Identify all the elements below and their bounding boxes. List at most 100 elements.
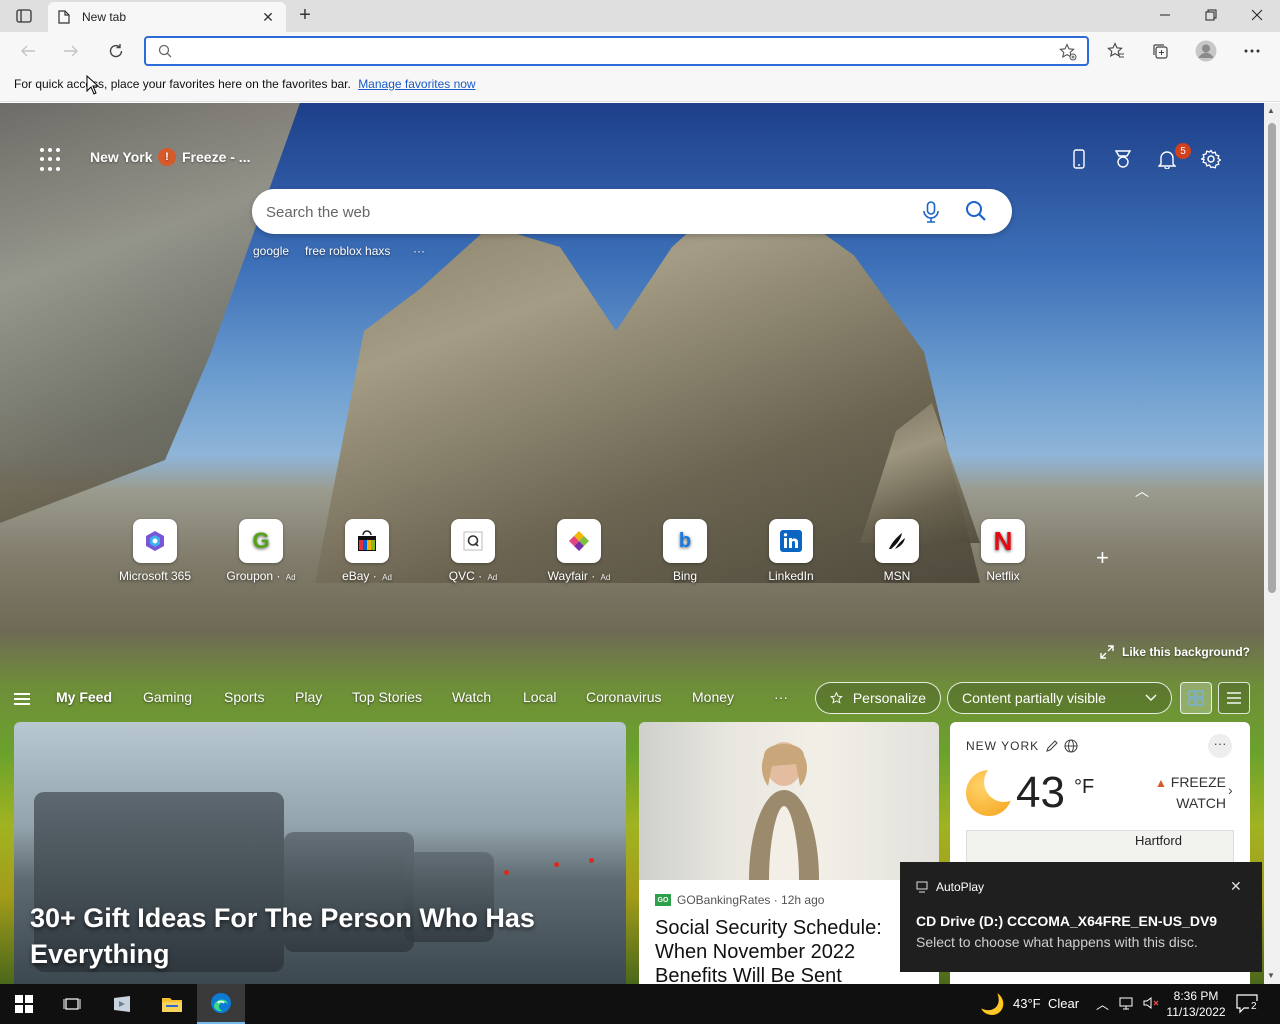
edge-taskbar-button[interactable] [197, 984, 245, 1024]
grid-view-button[interactable] [1180, 682, 1212, 714]
scroll-up-icon[interactable]: ▲ [1267, 106, 1275, 115]
store-app-button[interactable] [98, 984, 146, 1024]
article-card[interactable]: GO GOBankingRates · 12h ago Social Secur… [639, 722, 939, 984]
globe-icon[interactable] [1064, 739, 1078, 753]
chevron-up-icon[interactable]: ︿ [1135, 481, 1149, 501]
feed-tab-watch[interactable]: Watch [452, 689, 491, 705]
manage-favorites-link[interactable]: Manage favorites now [358, 77, 475, 91]
page-header: New York ! Freeze - ... 5 google [0, 103, 1264, 258]
weather-alert-text: Freeze - ... [182, 149, 251, 165]
quick-link-linkedin[interactable]: LinkedIn [738, 519, 844, 583]
quick-link-qvc[interactable]: QVC · Ad [420, 519, 526, 583]
favorites-button[interactable] [1102, 38, 1130, 64]
collections-button[interactable] [1146, 38, 1174, 64]
search-suggestion[interactable]: google [253, 244, 289, 258]
mouse-cursor-icon [86, 75, 100, 95]
minimize-button[interactable] [1142, 0, 1188, 30]
tray-weather-condition[interactable]: Clear [1048, 996, 1079, 1011]
rewards-icon[interactable] [1111, 147, 1135, 171]
windows-taskbar: 🌙 43°F Clear ︿ 8:36 PM 11/13/2022 2 [0, 984, 1280, 1024]
scroll-thumb[interactable] [1268, 123, 1276, 593]
back-button[interactable] [14, 38, 42, 64]
show-hidden-icons-chevron-icon[interactable]: ︿ [1096, 994, 1109, 1013]
feed-navigation: My Feed Gaming Sports Play Top Stories W… [0, 679, 1264, 719]
tab-actions-button[interactable] [10, 6, 38, 26]
weather-alert[interactable]: ! Freeze - ... [158, 148, 250, 166]
search-suggestion[interactable]: free roblox haxs [305, 244, 390, 258]
traffic-light [504, 870, 509, 875]
edit-pencil-icon[interactable] [1045, 739, 1058, 753]
add-favorite-icon[interactable] [1059, 43, 1077, 64]
quick-link-groupon[interactable]: G Groupon · Ad [208, 519, 314, 583]
quick-link-wayfair[interactable]: Wayfair · Ad [526, 519, 632, 583]
toast-close-icon[interactable]: ✕ [1230, 878, 1242, 895]
quick-link-label: Netflix [986, 569, 1020, 583]
feed-tab-top-stories[interactable]: Top Stories [352, 689, 422, 705]
scroll-down-icon[interactable]: ▼ [1267, 971, 1275, 980]
quick-link-microsoft365[interactable]: Microsoft 365 [102, 519, 208, 583]
restore-button[interactable] [1188, 0, 1234, 30]
content-visibility-label: Content partially visible [962, 690, 1106, 706]
menu-hamburger-icon[interactable] [14, 693, 30, 708]
personalize-button[interactable]: Personalize [815, 682, 941, 714]
feed-tab-my-feed[interactable]: My Feed [56, 689, 112, 705]
freeze-watch-alert[interactable]: ▲ FREEZE WATCH [1146, 772, 1226, 813]
quick-link-label: MSN [883, 569, 911, 583]
taskbar-clock[interactable]: 8:36 PM 11/13/2022 [1166, 988, 1226, 1020]
location-label[interactable]: New York [90, 149, 153, 165]
like-background-link[interactable]: Like this background? [1100, 645, 1250, 659]
autoplay-notification[interactable]: AutoPlay ✕ CD Drive (D:) CCCOMA_X64FRE_E… [900, 862, 1262, 972]
web-search-input[interactable] [266, 201, 886, 223]
refresh-button[interactable] [102, 38, 130, 64]
start-button[interactable] [0, 984, 48, 1024]
quick-link-ebay[interactable]: eBay · Ad [314, 519, 420, 583]
feed-more-icon[interactable]: ··· [774, 689, 788, 705]
add-quick-link-icon[interactable]: + [1096, 545, 1109, 571]
tray-moon-icon[interactable]: 🌙 [980, 992, 1005, 1017]
new-tab-button[interactable]: + [293, 4, 317, 28]
weather-more-options-icon[interactable]: ··· [1208, 734, 1232, 758]
forward-button[interactable] [57, 38, 85, 64]
quick-link-netflix[interactable]: N Netflix [950, 519, 1056, 583]
feed-tab-local[interactable]: Local [523, 689, 556, 705]
tab-actions-icon [16, 9, 32, 23]
quick-link-msn[interactable]: MSN [844, 519, 950, 583]
address-bar[interactable] [144, 36, 1089, 66]
more-suggestions-icon[interactable]: ··· [413, 244, 425, 258]
close-window-button[interactable] [1234, 0, 1280, 30]
address-input[interactable] [186, 42, 1046, 60]
toast-header: AutoPlay [916, 880, 984, 894]
volume-muted-icon[interactable] [1142, 995, 1160, 1014]
feed-tab-sports[interactable]: Sports [224, 689, 264, 705]
page-settings-gear-icon[interactable] [1199, 147, 1223, 171]
tab-new-tab[interactable]: New tab ✕ [48, 2, 286, 32]
feed-tab-play[interactable]: Play [295, 689, 322, 705]
network-icon[interactable] [1118, 995, 1134, 1014]
app-launcher-icon[interactable] [40, 148, 64, 172]
profile-button[interactable] [1192, 38, 1220, 64]
quick-link-label: Groupon [226, 569, 274, 583]
tab-close-icon[interactable]: ✕ [260, 9, 276, 26]
quick-link-label: eBay [342, 569, 370, 583]
task-view-button[interactable] [48, 984, 96, 1024]
phone-icon[interactable] [1067, 147, 1091, 171]
warning-triangle-icon: ▲ [1154, 776, 1167, 790]
hero-article-card[interactable]: 30+ Gift Ideas For The Person Who Has Ev… [14, 722, 626, 984]
microphone-icon[interactable] [922, 201, 940, 226]
settings-more-button[interactable] [1238, 38, 1266, 64]
feed-tab-coronavirus[interactable]: Coronavirus [586, 689, 661, 705]
weather-unit[interactable]: °F [1074, 776, 1094, 799]
article-image [639, 722, 939, 880]
feed-tab-money[interactable]: Money [692, 689, 734, 705]
feed-tab-gaming[interactable]: Gaming [143, 689, 192, 705]
file-explorer-button[interactable] [148, 984, 196, 1024]
netflix-icon: N [981, 519, 1025, 563]
page-scrollbar[interactable]: ▲ ▼ [1264, 103, 1280, 984]
list-view-button[interactable] [1218, 682, 1250, 714]
chevron-right-icon[interactable]: › [1228, 782, 1233, 798]
action-center-button[interactable]: 2 [1236, 994, 1259, 1017]
quick-link-bing[interactable]: b Bing [632, 519, 738, 583]
content-visibility-dropdown[interactable]: Content partially visible [947, 682, 1172, 714]
tray-weather-temp[interactable]: 43°F [1013, 996, 1041, 1011]
search-submit-icon[interactable] [965, 200, 987, 225]
